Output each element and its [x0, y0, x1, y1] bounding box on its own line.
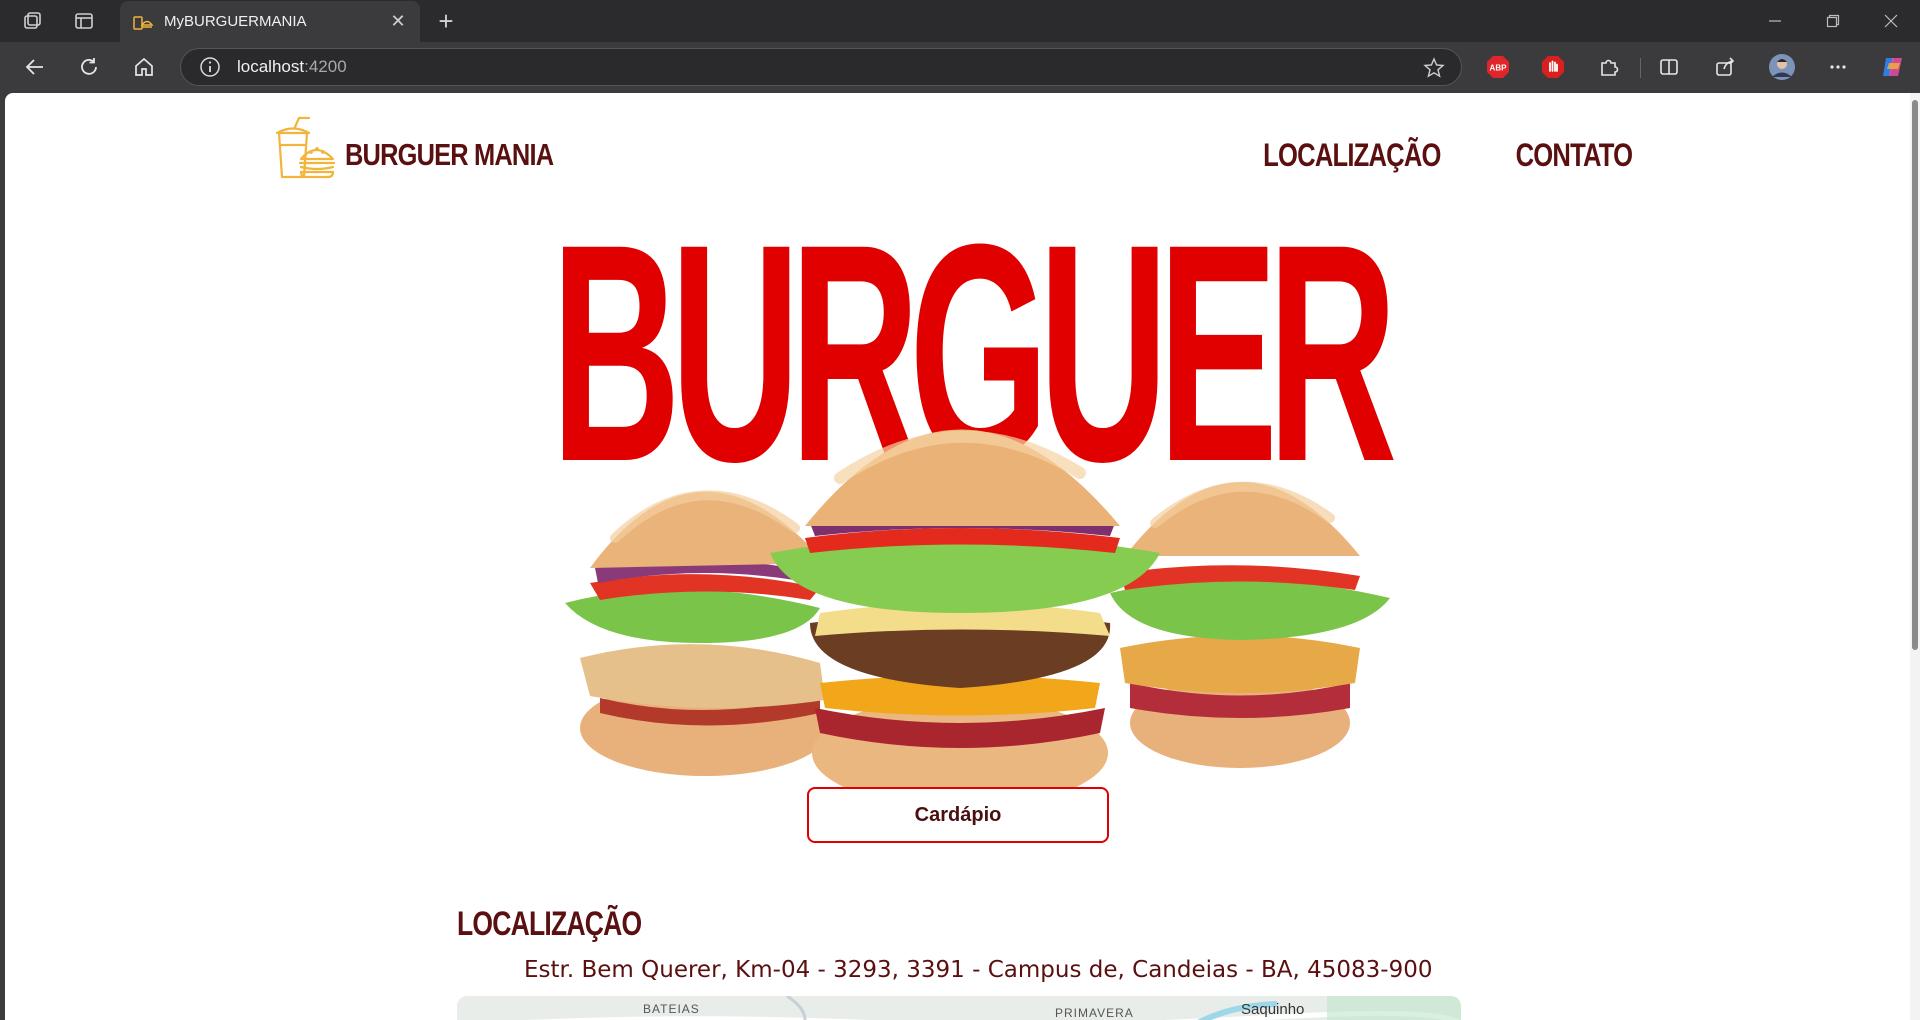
top-nav: LOCALIZAÇÃO CONTATO	[1241, 137, 1647, 174]
burgers-hero-image	[565, 429, 1390, 808]
menu-button[interactable]: Cardápio	[807, 787, 1109, 843]
browser-toolbar: localhost:4200 ABP	[0, 42, 1920, 92]
browser-tab-active[interactable]: MyBURGUERMANIA ✕	[120, 1, 420, 42]
favorite-star-icon[interactable]	[1423, 57, 1445, 79]
address-bar[interactable]: localhost:4200	[180, 48, 1462, 86]
svg-text:ABP: ABP	[1490, 64, 1508, 73]
reload-icon[interactable]	[70, 50, 108, 84]
toolbar-separator	[1640, 58, 1641, 78]
page-viewport: BURGUER MANIA LOCALIZAÇÃO CONTATO BURGUE…	[5, 93, 1910, 1020]
minimize-icon[interactable]	[1746, 0, 1804, 42]
home-icon[interactable]	[125, 50, 163, 84]
tab-bar: MyBURGUERMANIA ✕ +	[0, 0, 1920, 42]
adblock-plus-icon[interactable]: ABP	[1480, 51, 1516, 83]
more-options-icon[interactable]	[1820, 51, 1856, 83]
copilot-icon[interactable]	[1875, 51, 1911, 83]
nav-link-contato[interactable]: CONTATO	[1516, 137, 1633, 174]
url-host: localhost	[237, 57, 305, 76]
brand-name: BURGUER MANIA	[345, 137, 554, 172]
url-port: :4200	[304, 57, 347, 76]
map-label-primavera: PRIMAVERA	[1055, 1006, 1134, 1020]
share-icon[interactable]	[1707, 51, 1743, 83]
new-tab-icon[interactable]: +	[428, 6, 464, 36]
burger-drink-logo-icon	[275, 116, 336, 179]
site-info-icon[interactable]	[199, 56, 221, 78]
block-hand-extension-icon[interactable]	[1535, 51, 1571, 83]
profile-avatar[interactable]	[1764, 51, 1800, 83]
scrollbar-thumb[interactable]	[1912, 100, 1918, 650]
location-title: LOCALIZAÇÃO	[457, 905, 642, 943]
map-label-saquinho: Saquinho	[1241, 1001, 1305, 1018]
address-text: Estr. Bem Querer, Km-04 - 3293, 3391 - C…	[524, 957, 1433, 983]
tab-actions-icon[interactable]	[66, 6, 102, 36]
center-burger-illustration	[770, 429, 1160, 808]
map-roads-graphic	[525, 996, 1461, 1020]
extensions-puzzle-icon[interactable]	[1591, 51, 1627, 83]
split-screen-icon[interactable]	[1651, 51, 1687, 83]
location-map[interactable]: BATEIAS PRIMAVERA Saquinho	[457, 996, 1461, 1020]
right-burger-illustration	[1110, 481, 1390, 768]
burger-logo-favicon-icon	[133, 15, 154, 30]
map-label-bateias: BATEIAS	[643, 1002, 700, 1016]
restore-icon[interactable]	[1804, 0, 1862, 42]
tab-title: MyBURGUERMANIA	[164, 13, 307, 30]
back-icon[interactable]	[16, 50, 54, 84]
window-close-icon[interactable]	[1862, 0, 1920, 42]
left-burger-illustration	[565, 490, 830, 776]
close-tab-icon[interactable]: ✕	[388, 11, 408, 32]
nav-link-localizacao[interactable]: LOCALIZAÇÃO	[1263, 137, 1441, 174]
workspaces-icon[interactable]	[14, 6, 50, 36]
brand[interactable]: BURGUER MANIA	[273, 115, 599, 181]
